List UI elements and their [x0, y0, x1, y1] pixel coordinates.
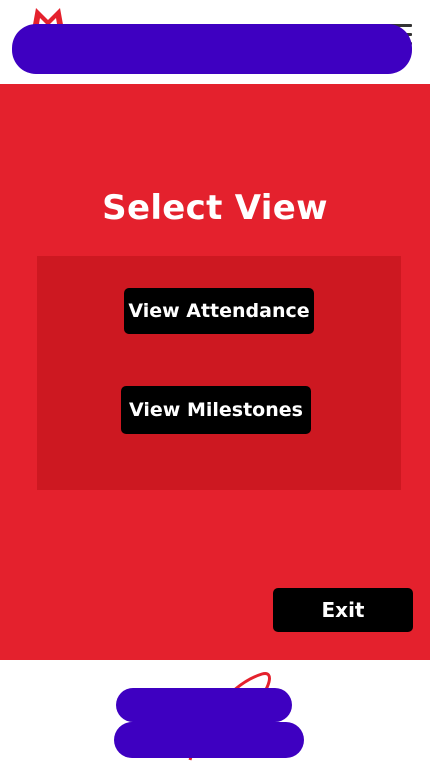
view-milestones-button[interactable]: View Milestones [121, 386, 311, 434]
footer [0, 660, 430, 766]
app-screen: Select View View Attendance View Milesto… [0, 0, 430, 766]
top-header [0, 0, 430, 84]
exit-button[interactable]: Exit [273, 588, 413, 632]
view-attendance-button[interactable]: View Attendance [124, 288, 314, 334]
select-view-panel: Select View View Attendance View Milesto… [0, 84, 430, 660]
redaction-block [114, 722, 304, 758]
view-options-box: View Attendance View Milestones [37, 256, 401, 490]
redaction-block [12, 24, 412, 74]
page-title: Select View [102, 188, 328, 228]
redaction-block [116, 688, 292, 722]
